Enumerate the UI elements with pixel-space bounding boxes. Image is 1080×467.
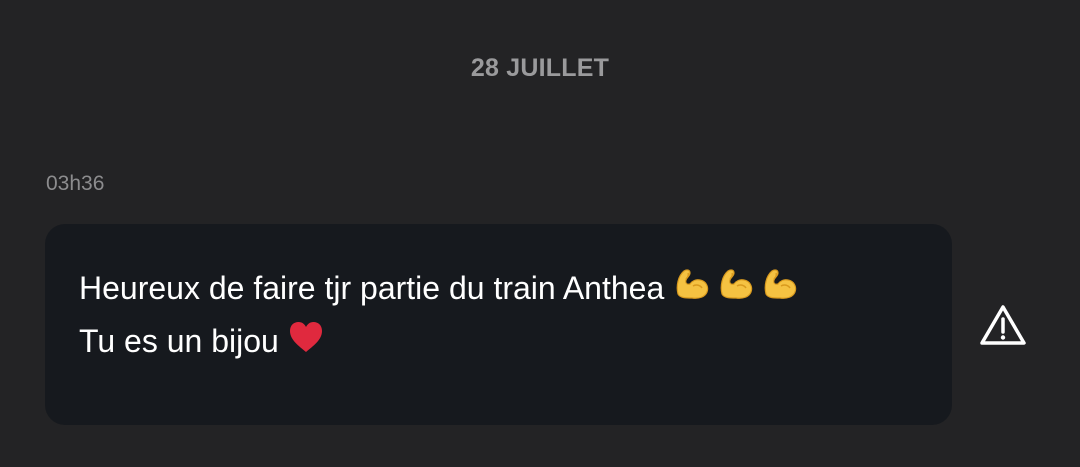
red-heart-icon xyxy=(287,319,325,363)
flexed-biceps-icon xyxy=(672,264,712,312)
message-text-line-2: Tu es un bijou xyxy=(79,322,279,359)
date-divider: 28 JUILLET xyxy=(470,54,610,82)
message-line-2: Tu es un bijou xyxy=(79,319,325,363)
message-timestamp: 03h36 xyxy=(46,172,105,195)
message-line-1: Heureux de faire tjr partie du train Ant… xyxy=(79,264,800,312)
warning-triangle-icon[interactable] xyxy=(978,303,1028,347)
flexed-biceps-icon xyxy=(760,264,800,312)
message-bubble[interactable]: Heureux de faire tjr partie du train Ant… xyxy=(45,224,952,425)
chat-screen: 28 JUILLET 03h36 Heureux de faire tjr pa… xyxy=(0,0,1080,467)
message-text-line-1: Heureux de faire tjr partie du train Ant… xyxy=(79,269,665,306)
flexed-biceps-icon xyxy=(716,264,756,312)
